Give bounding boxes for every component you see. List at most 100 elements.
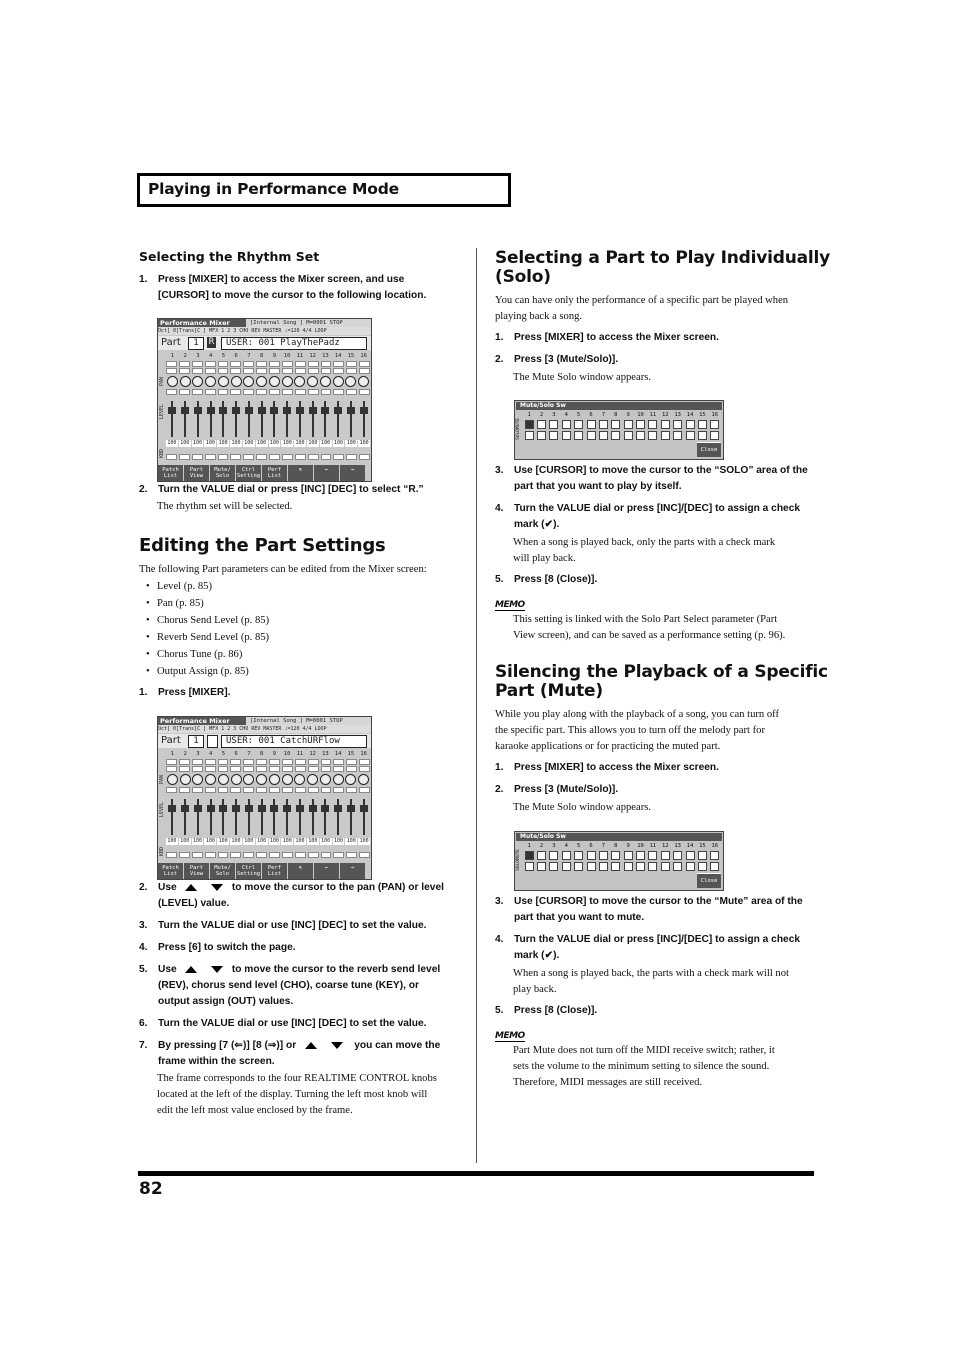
- solo-checkboxes[interactable]: [523, 862, 721, 871]
- arrow-right-icon[interactable]: ⇒: [340, 465, 365, 481]
- step-text-2: part that you want to play by itself.: [514, 481, 682, 492]
- pan-label: PAN: [159, 377, 165, 387]
- arrow-right-icon[interactable]: ⇒: [340, 863, 365, 879]
- kbd-label: KBD: [159, 449, 165, 459]
- step-text: Press [MIXER] to access the Mixer screen…: [158, 274, 405, 285]
- channel-numbers: 1 2 3 4 5 6 7 8 9 10 11 12 13 14 15 16: [170, 751, 367, 757]
- chapter-header: Playing in Performance Mode: [137, 173, 511, 207]
- mute-checkboxes[interactable]: [523, 420, 721, 429]
- lcd-status-row: Oct[ 0]Trans[C ] MFX 1 2 3 CHO REV MASTE…: [158, 725, 371, 733]
- level-faders[interactable]: [166, 399, 370, 439]
- part-number[interactable]: 1: [188, 735, 204, 748]
- patch-list-button[interactable]: Patch List: [158, 863, 183, 879]
- mute-intro: While you play along with the playback o…: [495, 709, 779, 752]
- step-number: 1.: [495, 762, 504, 773]
- chapter-title: Playing in Performance Mode: [148, 180, 399, 198]
- lcd-part-row: Part 1 USER: 001 CatchURFlow: [158, 734, 371, 748]
- column-divider: [476, 248, 477, 1163]
- part-view-button[interactable]: Part View: [184, 863, 209, 879]
- close-button[interactable]: Close: [697, 442, 721, 457]
- mute-cells: [166, 368, 370, 374]
- step-text-2: mark (✔).: [514, 519, 560, 530]
- step-text: By pressing [7 (⇐)] [8 (⇒)] or you can m…: [158, 1040, 441, 1051]
- step-text-2: part that you want to mute.: [514, 912, 645, 923]
- list-item: Output Assign (p. 85): [139, 663, 439, 680]
- patch-list-button[interactable]: Patch List: [158, 465, 183, 481]
- solo-step-4-body: When a song is played back, only the par…: [513, 537, 776, 564]
- mute-solo-button[interactable]: Mute/ Solo: [210, 465, 235, 481]
- step-number: 3.: [495, 896, 504, 907]
- window-title: Mute/Solo Sw: [516, 833, 722, 841]
- step-number: 7.: [139, 1040, 148, 1051]
- part-type[interactable]: [207, 735, 218, 748]
- cursor-down-icon: [211, 883, 224, 891]
- window-icon[interactable]: ⇱: [288, 465, 313, 481]
- mixer-screen-edit: Performance Mixer [Internal Song ] M=000…: [157, 716, 372, 880]
- function-buttons: Patch List Part View Mute/ Solo Ctrl Set…: [158, 465, 371, 481]
- pan-knobs[interactable]: [166, 376, 370, 388]
- arrow-left-icon[interactable]: ⇐: [314, 863, 339, 879]
- editing-heading: Editing the Part Settings: [139, 535, 386, 556]
- step-number: 3.: [139, 920, 148, 931]
- mute-memo-text: Part Mute does not turn off the MIDI rec…: [513, 1045, 775, 1088]
- mute-step-2-body: The Mute Solo window appears.: [513, 802, 651, 813]
- close-button[interactable]: Close: [697, 873, 721, 888]
- solo-step-3: 3. Use [CURSOR] to move the cursor to th…: [495, 463, 815, 495]
- level-faders[interactable]: [166, 797, 370, 837]
- kbd-cells: [166, 852, 370, 858]
- solo-checkboxes[interactable]: [523, 431, 721, 440]
- step-number: 1.: [495, 332, 504, 343]
- step-text: Use [CURSOR] to move the cursor to the “…: [514, 465, 808, 476]
- mute-step-4: 4. Turn the VALUE dial or press [INC]/[D…: [495, 932, 815, 964]
- ctrl-setting-button[interactable]: Ctrl Setting: [236, 863, 261, 879]
- mute-checkboxes[interactable]: [523, 851, 721, 860]
- rhythm-step-1: 1. Press [MIXER] to access the Mixer scr…: [139, 272, 469, 304]
- patch-name: USER: 001 PlayThePadz: [221, 337, 367, 350]
- mute-cells: [166, 766, 370, 772]
- lcd-status-row: Oct[ 0]Trans[C ] MFX 1 2 3 CHO REV MASTE…: [158, 327, 371, 335]
- part-numbers: 1 2 3 4 5 6 7 8 9 10 11 12 13 14 15 16: [527, 843, 719, 849]
- level-values: 100 100 100 100 100 100 100 100 100 100 100 100 100 1…: [166, 440, 370, 447]
- step-number: 2.: [495, 354, 504, 365]
- solo-step-4: 4. Turn the VALUE dial or press [INC]/[D…: [495, 501, 815, 533]
- window-title: Mute/Solo Sw: [516, 402, 722, 410]
- step-number: 4.: [495, 934, 504, 945]
- cursor-down-icon: [211, 965, 224, 973]
- mute-step-4-body: When a song is played back, the parts wi…: [513, 968, 789, 995]
- step-text-2: mark (✔).: [514, 950, 560, 961]
- mute-row-label: MUTE: [516, 849, 521, 860]
- perf-list-button[interactable]: Perf List: [262, 465, 287, 481]
- function-buttons: Patch List Part View Mute/ Solo Ctrl Set…: [158, 863, 371, 879]
- step-number: 1.: [139, 687, 148, 698]
- lcd-title: Performance Mixer: [158, 319, 246, 327]
- part-number[interactable]: 1: [188, 337, 204, 350]
- list-item: Reverb Send Level (p. 85): [139, 629, 439, 646]
- editing-intro: The following Part parameters can be edi…: [139, 564, 427, 575]
- mute-solo-button[interactable]: Mute/ Solo: [210, 863, 235, 879]
- part-view-button[interactable]: Part View: [184, 465, 209, 481]
- lcd-title: Performance Mixer: [158, 717, 246, 725]
- step-text-2: [CURSOR] to move the cursor to the follo…: [158, 290, 427, 301]
- solo-memo-text: This setting is linked with the Solo Par…: [513, 614, 786, 641]
- solo-row-label: SOLO: [516, 860, 521, 871]
- kbd-label: KBD: [159, 847, 165, 857]
- step-number: 5.: [495, 1005, 504, 1016]
- part-type-rhythm[interactable]: R: [207, 337, 216, 348]
- ctrl-setting-button[interactable]: Ctrl Setting: [236, 465, 261, 481]
- pan-knobs[interactable]: [166, 774, 370, 786]
- window-icon[interactable]: ⇱: [288, 863, 313, 879]
- perf-list-button[interactable]: Perf List: [262, 863, 287, 879]
- list-item: Level (p. 85): [139, 578, 439, 595]
- arrow-left-icon[interactable]: ⇐: [314, 465, 339, 481]
- patch-cells: [166, 361, 370, 367]
- level-label: LEVEL: [159, 404, 165, 420]
- mute-step-3: 3. Use [CURSOR] to move the cursor to th…: [495, 894, 815, 926]
- step-text: Press [6] to switch the page.: [158, 942, 296, 953]
- step-number: 2.: [495, 784, 504, 795]
- cursor-up-icon: [304, 1041, 317, 1049]
- list-item: Chorus Tune (p. 86): [139, 646, 439, 663]
- solo-step-2-body: The Mute Solo window appears.: [513, 372, 651, 383]
- step-text: Press [3 (Mute/Solo)].: [514, 784, 619, 795]
- step-text-2: frame within the screen.: [158, 1056, 275, 1067]
- mute-heading: Silencing the Playback of a Specific Par…: [495, 662, 828, 701]
